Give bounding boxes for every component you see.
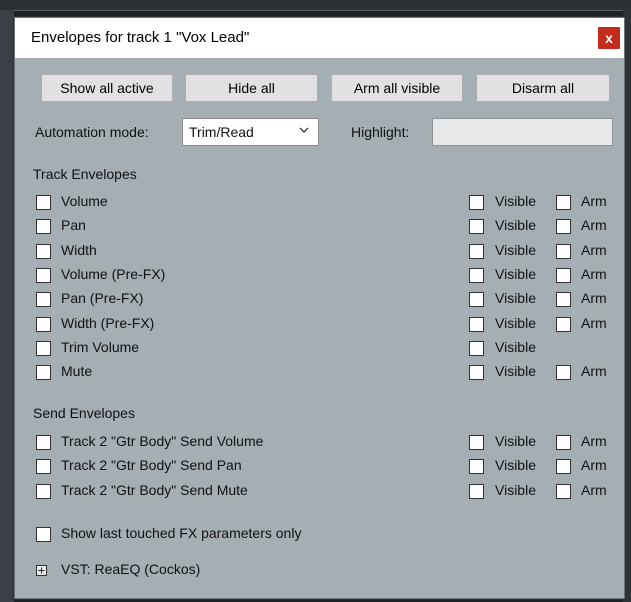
envelope-label: Width [61,241,97,258]
arm-label: Arm [581,363,607,380]
envelope-label: Volume [61,193,108,209]
visible-checkbox[interactable] [469,340,484,356]
arm-checkbox[interactable] [556,219,571,235]
envelope-label: Pan (Pre-FX) [61,290,144,307]
visible-label: Visible [495,363,536,380]
visible-checkbox[interactable] [469,195,484,210]
arm-label: Arm [581,217,607,234]
visible-checkbox[interactable] [469,292,484,308]
visible-label: Visible [495,217,536,234]
arm-checkbox[interactable] [556,195,571,210]
dialog-title: Envelopes for track 1 "Vox Lead" [31,29,250,46]
envelope-label: Trim Volume [61,338,140,355]
daw-track-panel [0,10,14,602]
visible-checkbox[interactable] [469,316,484,332]
show-all-active-button[interactable]: Show all active [41,74,173,102]
visible-label: Visible [495,481,536,498]
hide-all-button[interactable]: Hide all [185,74,318,102]
highlight-input[interactable] [432,118,613,146]
visible-checkbox[interactable] [469,365,484,381]
envelope-checkbox[interactable] [36,316,51,332]
automation-mode-select[interactable]: Trim/Read [182,118,319,146]
envelope-checkbox[interactable] [36,435,51,450]
envelope-checkbox[interactable] [36,267,51,283]
chevron-down-icon [298,123,310,140]
envelope-checkbox[interactable] [36,365,51,381]
visible-checkbox[interactable] [469,483,484,499]
envelope-label: Track 2 "Gtr Body" Send Volume [61,433,264,449]
arm-label: Arm [581,433,607,449]
visible-checkbox[interactable] [469,243,484,259]
arm-label: Arm [581,290,607,307]
arm-all-visible-button[interactable]: Arm all visible [331,74,463,102]
visible-checkbox[interactable] [469,219,484,235]
daw-ruler [0,0,631,11]
visible-label: Visible [495,241,536,258]
envelope-checkbox[interactable] [36,292,51,308]
arm-checkbox[interactable] [556,365,571,381]
envelope-checkbox[interactable] [36,195,51,210]
envelope-label: Track 2 "Gtr Body" Send Pan [61,457,242,474]
visible-label: Visible [495,290,536,307]
envelope-checkbox[interactable] [36,459,51,475]
visible-checkbox[interactable] [469,435,484,450]
automation-mode-label: Automation mode: [35,124,149,140]
envelope-label: Mute [61,363,93,380]
envelope-label: Width (Pre-FX) [61,314,155,331]
disarm-all-button[interactable]: Disarm all [476,74,610,102]
arm-checkbox[interactable] [556,435,571,450]
arm-checkbox[interactable] [556,459,571,475]
visible-label: Visible [495,193,536,209]
arm-label: Arm [581,314,607,331]
close-button[interactable]: x [598,27,620,49]
envelopes-dialog: Envelopes for track 1 "Vox Lead" x Show … [14,17,625,599]
expand-plus-icon[interactable] [36,565,47,576]
visible-label: Visible [495,265,536,282]
automation-mode-value: Trim/Read [189,124,254,140]
envelope-checkbox[interactable] [36,243,51,259]
send-envelopes-header: Send Envelopes [33,405,135,421]
show-last-touched-checkbox[interactable] [36,527,51,542]
visible-checkbox[interactable] [469,459,484,475]
highlight-label: Highlight: [351,124,410,140]
track-envelopes-header: Track Envelopes [33,166,137,182]
envelope-label: Track 2 "Gtr Body" Send Mute [61,481,248,498]
envelope-checkbox[interactable] [36,483,51,499]
visible-label: Visible [495,457,536,474]
envelope-checkbox[interactable] [36,219,51,235]
arm-label: Arm [581,265,607,282]
arm-label: Arm [581,457,607,474]
visible-checkbox[interactable] [469,267,484,283]
arm-checkbox[interactable] [556,483,571,499]
arm-checkbox[interactable] [556,292,571,308]
arm-label: Arm [581,193,607,209]
visible-label: Visible [495,314,536,331]
arm-label: Arm [581,241,607,258]
fx-label: VST: ReaEQ (Cockos) [61,561,201,577]
arm-checkbox[interactable] [556,316,571,332]
envelope-label: Volume (Pre-FX) [61,265,166,282]
arm-label: Arm [581,481,607,498]
visible-label: Visible [495,338,536,355]
title-bar[interactable]: Envelopes for track 1 "Vox Lead" x [15,18,624,58]
arm-checkbox[interactable] [556,243,571,259]
visible-label: Visible [495,433,536,449]
envelope-label: Pan [61,217,86,234]
show-last-touched-label: Show last touched FX parameters only [61,525,302,541]
arm-checkbox[interactable] [556,267,571,283]
envelope-checkbox[interactable] [36,340,51,356]
